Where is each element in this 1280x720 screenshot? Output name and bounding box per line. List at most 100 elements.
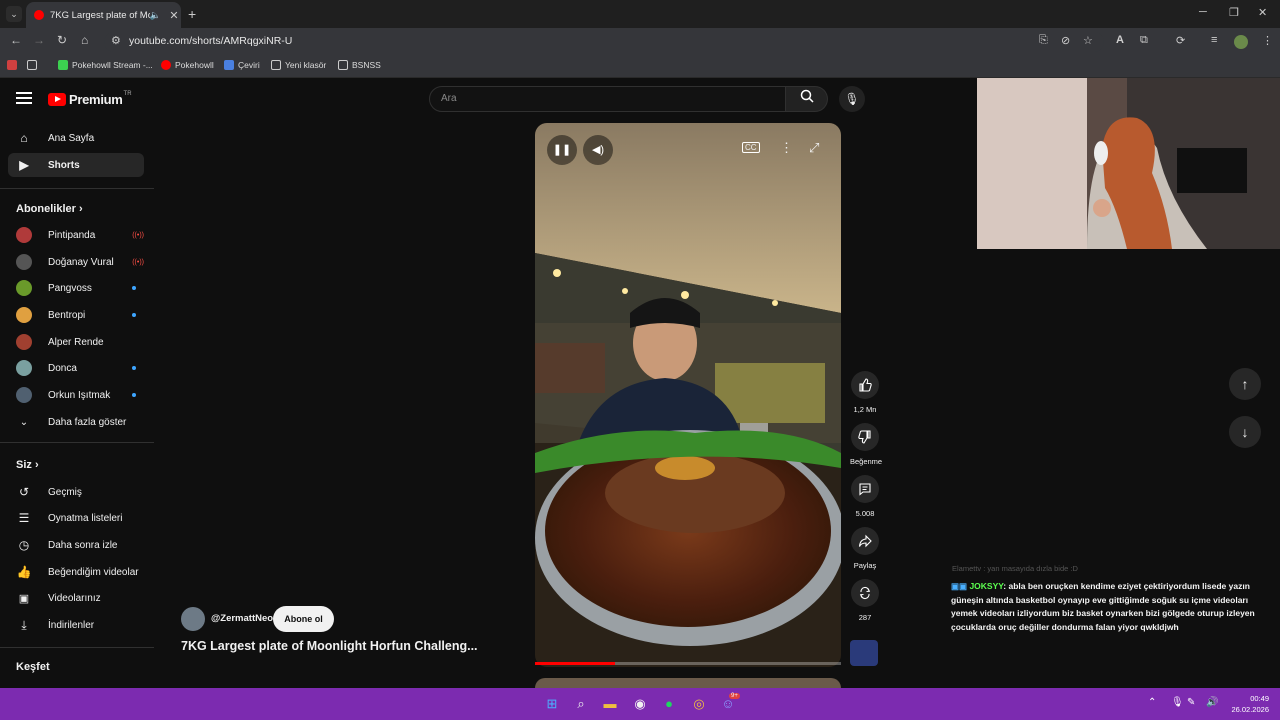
remix-button[interactable]: 287 <box>850 579 880 622</box>
bookmark-pokehowll-stream[interactable]: Pokehowll Stream -... <box>58 60 153 70</box>
bookmark-bsnss[interactable]: BSNSS <box>338 60 381 70</box>
file-explorer-icon[interactable]: ▬ <box>599 693 621 715</box>
subscription-item[interactable]: Donca <box>16 357 144 379</box>
dislike-button[interactable]: Beğenme <box>850 423 882 466</box>
guide-menu-icon[interactable] <box>16 92 32 104</box>
bookmark-yeni-klasor[interactable]: Yeni klasör <box>271 60 326 70</box>
translate-ext-icon[interactable]: A <box>1116 34 1124 46</box>
more-options-icon[interactable]: ⋮ <box>780 140 793 156</box>
remix-icon <box>859 586 871 600</box>
media-control-icon[interactable]: ≡ <box>1211 34 1217 46</box>
spotify-icon[interactable]: ● <box>658 693 680 715</box>
tray-volume-icon[interactable]: 🔊 <box>1206 697 1218 708</box>
you-heading[interactable]: Siz › <box>16 459 39 471</box>
shorts-video-player[interactable] <box>535 123 841 667</box>
profile-sync-icon[interactable]: ⟳ <box>1176 34 1185 47</box>
bookmark-red-icon[interactable] <box>7 60 21 70</box>
live-indicator-icon: ((•)) <box>132 231 144 239</box>
reload-icon[interactable]: ↻ <box>57 33 67 47</box>
subscription-item[interactable]: Pangvoss <box>16 277 144 299</box>
tray-mic-icon[interactable]: 🎙 <box>1171 697 1184 708</box>
close-window-icon[interactable]: ✕ <box>1258 6 1267 19</box>
chat-username: JOKSYY <box>969 581 1004 591</box>
site-info-icon[interactable]: ⚙ <box>111 34 121 47</box>
chrome-icon[interactable]: ◎ <box>688 693 710 715</box>
profile-avatar[interactable] <box>1234 35 1248 49</box>
voice-search-button[interactable]: 🎙 <box>839 86 865 112</box>
tab-close-icon[interactable]: ✕ <box>167 9 181 22</box>
sidebar-divider <box>0 442 154 443</box>
channel-avatar[interactable] <box>181 607 205 631</box>
sidebar-item-downloads[interactable]: ⤓ İndirilenler <box>16 614 144 636</box>
channel-name[interactable]: @ZermattNeo <box>211 613 273 624</box>
forward-icon[interactable]: → <box>33 33 45 47</box>
streamer-webcam <box>977 78 1280 249</box>
channel-avatar <box>16 307 32 323</box>
apps-grid-icon[interactable] <box>27 60 41 70</box>
tab-list-button[interactable]: ⌄ <box>6 6 22 22</box>
maximize-icon[interactable]: ❐ <box>1229 6 1239 19</box>
new-content-dot <box>132 366 136 370</box>
pause-button[interactable]: ❚❚ <box>547 135 577 165</box>
sidebar-item-home[interactable]: ⌂ Ana Sayfa <box>8 126 144 150</box>
bookmark-star-icon[interactable]: ☆ <box>1083 34 1093 47</box>
eye-off-icon[interactable]: ⊘ <box>1061 34 1070 47</box>
subscriptions-heading[interactable]: Abonelikler › <box>16 203 83 215</box>
sidebar-item-watch-later[interactable]: ◷ Daha sonra izle <box>16 534 144 556</box>
clock-icon: ◷ <box>18 538 30 552</box>
sidebar-item-history[interactable]: ↺ Geçmiş <box>16 481 144 503</box>
back-icon[interactable]: ← <box>10 33 22 47</box>
tray-expand-icon[interactable]: ⌃ <box>1148 697 1156 708</box>
subscription-item[interactable]: Pintipanda ((•)) <box>16 224 144 246</box>
browser-tab[interactable]: 7KG Largest plate of Moonl 🔈 ✕ <box>26 2 181 28</box>
subscribe-button[interactable]: Abone ol <box>273 606 334 632</box>
browser-menu-icon[interactable]: ⋮ <box>1262 34 1273 47</box>
thumbs-down-icon <box>858 430 871 444</box>
home-button-icon[interactable]: ⌂ <box>81 33 88 47</box>
obs-icon[interactable]: ◉ <box>629 693 651 715</box>
video-progress-fill <box>535 662 615 665</box>
sidebar-item-playlists[interactable]: ☰ Oynatma listeleri <box>16 507 144 529</box>
search-button[interactable] <box>786 86 828 112</box>
tab-audio-icon[interactable]: 🔈 <box>150 10 161 21</box>
install-app-icon[interactable]: ⎘ <box>1039 34 1048 47</box>
sound-thumbnail[interactable] <box>850 640 878 666</box>
bookmark-ceviri[interactable]: Çeviri <box>224 60 260 70</box>
bookmark-pokehowll[interactable]: Pokehowll <box>161 60 214 70</box>
download-icon: ⤓ <box>21 617 27 632</box>
extensions-icon[interactable]: ⧉ <box>1140 34 1148 47</box>
windows-start-icon[interactable]: ⊞ <box>541 693 563 715</box>
short-title[interactable]: 7KG Largest plate of Moonlight Horfun Ch… <box>181 639 478 653</box>
show-more-button[interactable]: ⌄ Daha fazla göster <box>16 411 144 433</box>
youtube-premium-logo[interactable]: Premium TR <box>48 91 132 107</box>
channel-avatar <box>16 387 32 403</box>
fullscreen-icon[interactable]: ⤢ <box>809 140 819 156</box>
comments-button[interactable]: 5.008 <box>850 475 880 518</box>
taskbar-clock[interactable]: 00:49 26.02.2026 <box>1219 693 1269 715</box>
explore-heading: Keşfet <box>16 661 50 673</box>
previous-short-button[interactable]: ↑ <box>1229 368 1261 400</box>
playlist-icon: ☰ <box>18 511 30 525</box>
subscription-item[interactable]: Bentropi <box>16 304 144 326</box>
video-progress-bar[interactable] <box>535 662 841 665</box>
minimize-icon[interactable]: ─ <box>1199 6 1207 18</box>
subscription-item[interactable]: Alper Rende <box>16 331 144 353</box>
sidebar-item-your-videos[interactable]: ▣ Videolarınız <box>16 587 144 609</box>
comment-icon <box>859 483 871 496</box>
next-short-button[interactable]: ↓ <box>1229 416 1261 448</box>
taskbar-search-icon[interactable]: ⌕ <box>570 693 592 715</box>
like-button[interactable]: 1,2 Mn <box>850 371 880 414</box>
sidebar-item-shorts[interactable]: ▶ Shorts <box>8 153 144 177</box>
url-text[interactable]: youtube.com/shorts/AMRqgxiNR-U <box>129 35 292 47</box>
search-icon <box>800 89 814 103</box>
volume-button[interactable]: ◀) <box>583 135 613 165</box>
share-button[interactable]: Paylaş <box>850 527 880 570</box>
subscription-item[interactable]: Orkun Işıtmak <box>16 384 144 406</box>
captions-icon[interactable]: CC <box>742 142 760 153</box>
chevron-right-icon: › <box>34 459 39 471</box>
search-input[interactable]: Ara <box>429 86 786 112</box>
sidebar-item-liked-videos[interactable]: 👍 Beğendiğim videolar <box>16 561 144 583</box>
subscription-item[interactable]: Doğanay Vural ((•)) <box>16 251 144 273</box>
tray-pen-icon[interactable]: ✎ <box>1187 697 1195 708</box>
new-tab-button[interactable]: + <box>188 6 196 22</box>
